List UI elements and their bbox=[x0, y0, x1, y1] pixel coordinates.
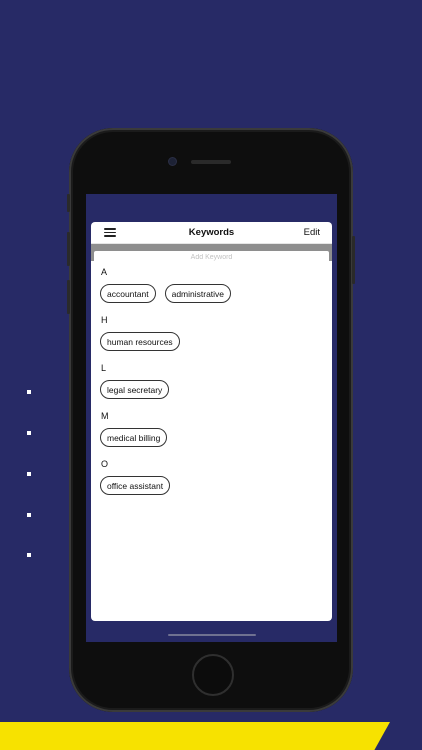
volume-up-button bbox=[67, 232, 70, 266]
add-keyword-input[interactable] bbox=[94, 251, 329, 264]
home-button[interactable] bbox=[192, 654, 234, 696]
bullet-dot bbox=[27, 553, 31, 557]
chip-group: legal secretary bbox=[100, 380, 323, 399]
section-m: M medical billing bbox=[100, 411, 323, 447]
section-letter: L bbox=[101, 363, 107, 373]
section-h: H human resources bbox=[100, 315, 323, 351]
section-a: A accountant administrative bbox=[100, 267, 323, 303]
section-letter: H bbox=[101, 315, 108, 325]
volume-down-button bbox=[67, 280, 70, 314]
earpiece-speaker bbox=[191, 160, 231, 164]
keyword-chip[interactable]: medical billing bbox=[100, 428, 168, 447]
bullet-dot bbox=[27, 431, 31, 435]
bullet-dot bbox=[27, 472, 31, 476]
chip-group: accountant administrative bbox=[100, 284, 323, 303]
phone-screen: Keywords Edit A accountant administrativ… bbox=[86, 194, 337, 642]
nav-bar: Keywords Edit bbox=[91, 222, 332, 244]
chip-group: office assistant bbox=[100, 476, 323, 495]
front-camera bbox=[169, 158, 176, 165]
chip-group: human resources bbox=[100, 332, 323, 351]
side-button bbox=[67, 194, 70, 212]
page-title: Keywords bbox=[188, 227, 235, 238]
search-bar bbox=[91, 244, 332, 264]
keyword-chip[interactable]: human resources bbox=[100, 332, 180, 351]
home-indicator bbox=[168, 634, 256, 636]
section-letter: M bbox=[101, 411, 109, 421]
bullet-dot bbox=[27, 390, 31, 394]
section-letter: A bbox=[101, 267, 108, 277]
chip-group: medical billing bbox=[100, 428, 323, 447]
keyword-chip[interactable]: administrative bbox=[164, 284, 232, 303]
keywords-card: Keywords Edit A accountant administrativ… bbox=[91, 222, 332, 621]
keyword-chip[interactable]: accountant bbox=[100, 284, 156, 303]
bullet-dot bbox=[27, 513, 31, 517]
section-l: L legal secretary bbox=[100, 363, 323, 399]
hamburger-menu-icon[interactable] bbox=[104, 228, 116, 237]
power-button bbox=[352, 236, 355, 284]
keyword-list: A accountant administrative H human reso… bbox=[91, 261, 332, 495]
accent-strip bbox=[0, 722, 390, 750]
keyword-chip[interactable]: office assistant bbox=[100, 476, 171, 495]
edit-button[interactable]: Edit bbox=[304, 227, 320, 238]
section-o: O office assistant bbox=[100, 459, 323, 495]
keyword-chip[interactable]: legal secretary bbox=[100, 380, 170, 399]
section-letter: O bbox=[101, 459, 109, 469]
phone-frame: Keywords Edit A accountant administrativ… bbox=[67, 128, 355, 712]
